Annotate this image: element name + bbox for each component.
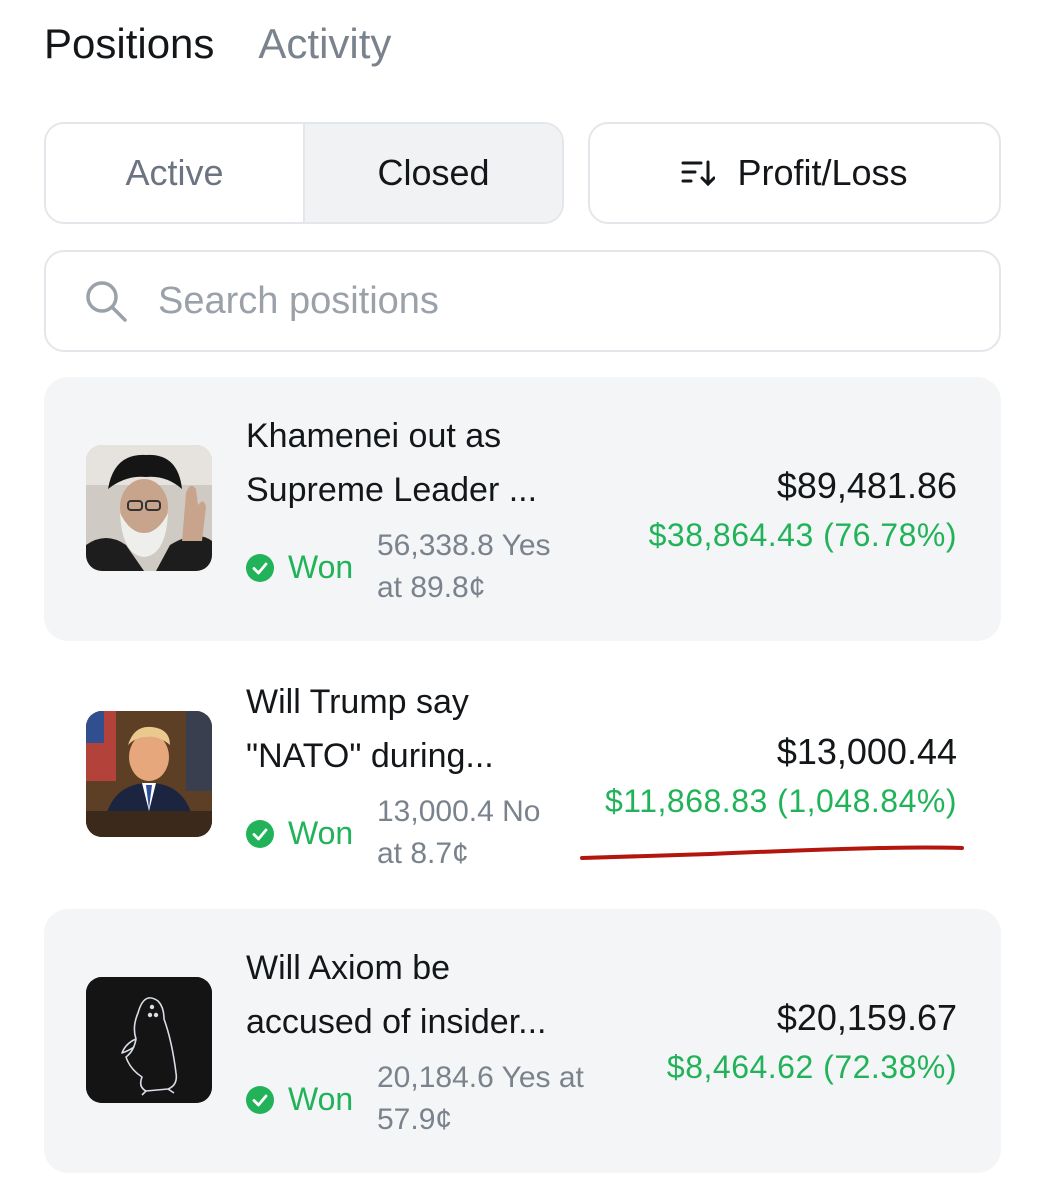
sort-label: Profit/Loss [737, 152, 908, 193]
portrait-image [86, 711, 212, 837]
check-icon [246, 819, 274, 848]
status-filter: Active Closed [44, 122, 564, 224]
market-title[interactable]: Khamenei out as Supreme Leader ... [246, 409, 616, 517]
check-icon [246, 553, 274, 582]
position-value: $89,481.86 [776, 465, 957, 506]
tab-activity[interactable]: Activity [258, 16, 391, 72]
search-bar [44, 250, 1001, 352]
status-badge: Won [246, 815, 353, 852]
market-image [86, 445, 212, 571]
position-value: $13,000.44 [776, 731, 957, 772]
position-card[interactable]: Will Axiom be accused of insider... Won … [44, 909, 1001, 1173]
filter-closed-button[interactable]: Closed [305, 124, 562, 222]
sort-icon [681, 160, 716, 187]
position-value: $20,159.67 [776, 997, 957, 1038]
sort-button[interactable]: Profit/Loss [588, 122, 1001, 224]
top-tabs: Positions Activity [44, 16, 391, 72]
position-card[interactable]: Khamenei out as Supreme Leader ... Won 5… [44, 377, 1001, 641]
market-title[interactable]: Will Trump say "NATO" during... [246, 675, 616, 783]
profit-loss: $11,868.83 (1,048.84%) [605, 783, 957, 819]
annotation-underline [580, 845, 964, 860]
status-badge: Won [246, 549, 353, 586]
shares-info: 56,338.8 Yes at 89.8¢ [377, 529, 551, 604]
shares-info: 20,184.6 Yes at 57.9¢ [377, 1061, 584, 1136]
filter-active-button[interactable]: Active [46, 124, 305, 222]
market-image [86, 977, 212, 1103]
position-card[interactable]: Will Trump say "NATO" during... Won 13,0… [44, 643, 1001, 907]
market-image [86, 711, 212, 837]
check-icon [246, 1085, 274, 1114]
market-title[interactable]: Will Axiom be accused of insider... [246, 941, 626, 1049]
profit-loss: $8,464.62 (72.38%) [666, 1049, 957, 1085]
penguin-logo [86, 977, 212, 1103]
profit-loss: $38,864.43 (76.78%) [648, 517, 957, 553]
portrait-image [86, 445, 212, 571]
status-badge: Won [246, 1081, 353, 1118]
search-input[interactable] [156, 278, 920, 324]
search-icon [86, 281, 127, 322]
tab-positions[interactable]: Positions [44, 16, 214, 72]
